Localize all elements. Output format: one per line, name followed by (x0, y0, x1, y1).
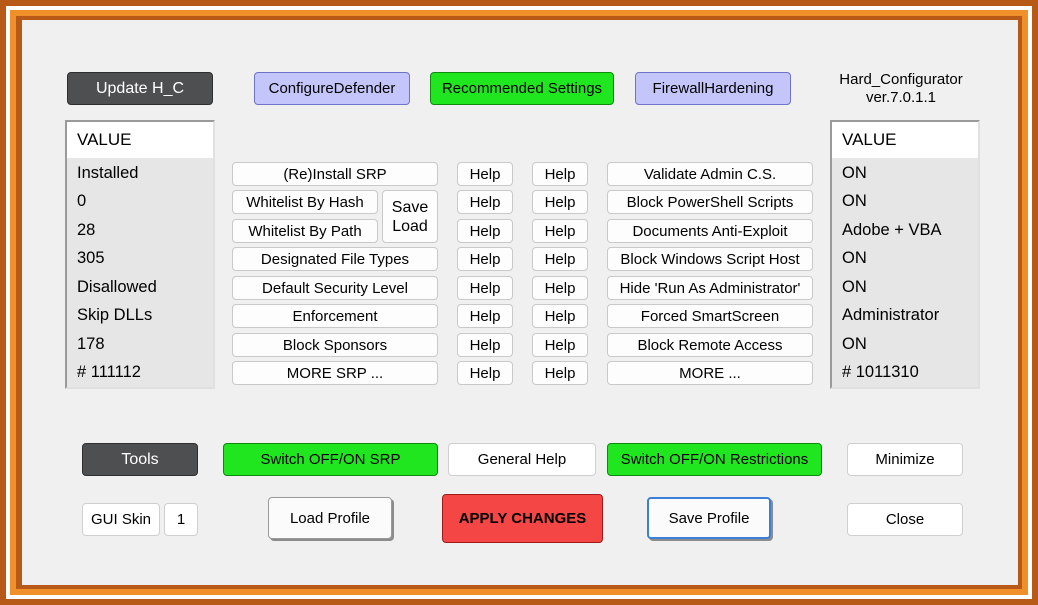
block-sponsors-button[interactable]: Block Sponsors (232, 333, 438, 357)
forced-smartscreen-button[interactable]: Forced SmartScreen (607, 304, 813, 328)
switch-srp-button[interactable]: Switch OFF/ON SRP (223, 443, 438, 476)
designated-file-types-button[interactable]: Designated File Types (232, 247, 438, 271)
help-button-restr-1[interactable]: Help (532, 162, 588, 186)
more-restrictions-button[interactable]: MORE ... (607, 361, 813, 385)
load-profile-button[interactable]: Load Profile (268, 497, 392, 539)
skin-number-field[interactable]: 1 (164, 503, 198, 536)
save-label: Save (391, 198, 429, 216)
whitelist-by-hash-button[interactable]: Whitelist By Hash (232, 190, 378, 214)
list-item: # 111112 (77, 363, 141, 381)
enforcement-button[interactable]: Enforcement (232, 304, 438, 328)
tools-button[interactable]: Tools (82, 443, 198, 476)
recommended-settings-button[interactable]: Recommended Settings (430, 72, 614, 105)
help-button-restr-7[interactable]: Help (532, 333, 588, 357)
help-button-srp-3[interactable]: Help (457, 219, 513, 243)
restriction-values-list: VALUE ON ON Adobe + VBA ON ON Administra… (830, 120, 980, 389)
switch-restrictions-button[interactable]: Switch OFF/ON Restrictions (607, 443, 822, 476)
close-button[interactable]: Close (847, 503, 963, 536)
help-button-restr-3[interactable]: Help (532, 219, 588, 243)
help-button-restr-2[interactable]: Help (532, 190, 588, 214)
help-button-srp-6[interactable]: Help (457, 304, 513, 328)
configure-defender-button[interactable]: ConfigureDefender (254, 72, 410, 105)
save-load-button[interactable]: Save Load (382, 190, 438, 243)
block-remote-access-button[interactable]: Block Remote Access (607, 333, 813, 357)
help-button-restr-4[interactable]: Help (532, 247, 588, 271)
validate-admin-cs-button[interactable]: Validate Admin C.S. (607, 162, 813, 186)
list-item: 178 (77, 335, 105, 353)
help-button-srp-1[interactable]: Help (457, 162, 513, 186)
list-item: 28 (77, 221, 96, 239)
help-button-restr-8[interactable]: Help (532, 361, 588, 385)
load-label: Load (392, 217, 428, 235)
update-hc-button[interactable]: Update H_C (67, 72, 213, 105)
list-item: ON (842, 278, 867, 296)
app-title: Hard_Configurator (839, 71, 963, 88)
save-profile-button[interactable]: Save Profile (647, 497, 771, 539)
whitelist-by-path-button[interactable]: Whitelist By Path (232, 219, 378, 243)
help-button-restr-6[interactable]: Help (532, 304, 588, 328)
list-item: # 1011310 (842, 363, 919, 381)
list-item: Adobe + VBA (842, 221, 942, 239)
general-help-button[interactable]: General Help (448, 443, 596, 476)
list-item: ON (842, 192, 867, 210)
list-item: ON (842, 335, 867, 353)
list-item: 0 (77, 192, 87, 210)
help-button-srp-8[interactable]: Help (457, 361, 513, 385)
reinstall-srp-button[interactable]: (Re)Install SRP (232, 162, 438, 186)
help-button-srp-7[interactable]: Help (457, 333, 513, 357)
app-title-block: Hard_Configurator ver.7.0.1.1 (822, 71, 980, 107)
list-item: Skip DLLs (77, 306, 153, 324)
minimize-button[interactable]: Minimize (847, 443, 963, 476)
help-button-srp-4[interactable]: Help (457, 247, 513, 271)
list-item: ON (842, 249, 867, 267)
list-item: ON (842, 164, 867, 182)
firewall-hardening-button[interactable]: FirewallHardening (635, 72, 791, 105)
block-powershell-button[interactable]: Block PowerShell Scripts (607, 190, 813, 214)
srp-values-list: VALUE Installed 0 28 305 Disallowed Skip… (65, 120, 215, 389)
list-item: Disallowed (77, 278, 157, 296)
list-header: VALUE (832, 122, 978, 158)
default-security-level-button[interactable]: Default Security Level (232, 276, 438, 300)
app-version: ver.7.0.1.1 (865, 89, 937, 106)
help-button-srp-5[interactable]: Help (457, 276, 513, 300)
list-item: Installed (77, 164, 139, 182)
hide-run-as-admin-button[interactable]: Hide 'Run As Administrator' (607, 276, 813, 300)
more-srp-button[interactable]: MORE SRP ... (232, 361, 438, 385)
block-wsh-button[interactable]: Block Windows Script Host (607, 247, 813, 271)
list-item: Administrator (842, 306, 940, 324)
gui-skin-button[interactable]: GUI Skin (82, 503, 160, 536)
documents-anti-exploit-button[interactable]: Documents Anti-Exploit (607, 219, 813, 243)
list-item: 305 (77, 249, 105, 267)
help-button-restr-5[interactable]: Help (532, 276, 588, 300)
main-panel: Update H_C ConfigureDefender Recommended… (22, 20, 1018, 585)
help-button-srp-2[interactable]: Help (457, 190, 513, 214)
list-header: VALUE (67, 122, 213, 158)
apply-changes-button[interactable]: APPLY CHANGES (442, 494, 603, 543)
